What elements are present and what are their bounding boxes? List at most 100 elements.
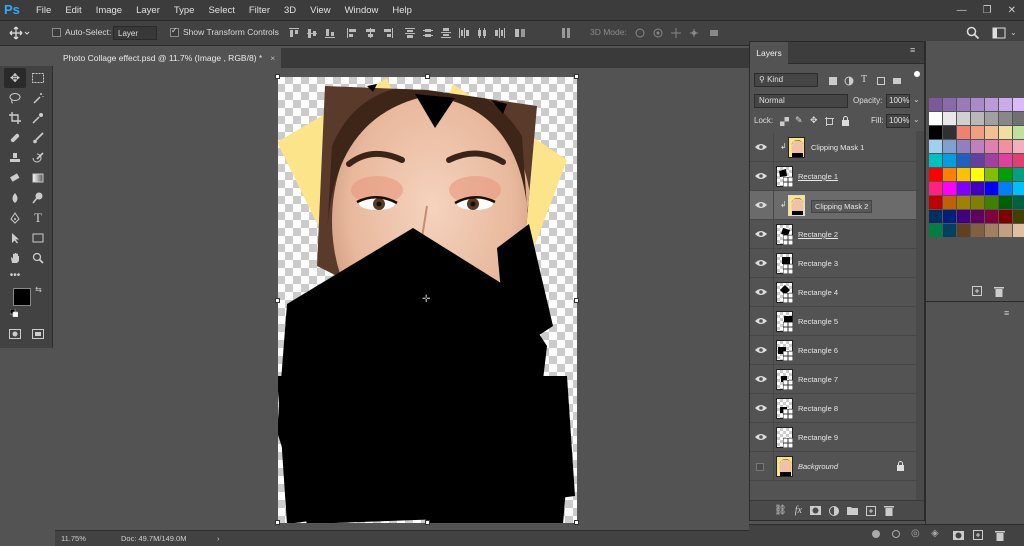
- panel-menu-icon[interactable]: ≡: [1004, 308, 1009, 318]
- lock-transparent-pixels-icon[interactable]: [780, 117, 789, 126]
- color-swatch[interactable]: [971, 140, 984, 153]
- distribute-vertical-centers-icon[interactable]: [422, 27, 434, 39]
- color-swatch[interactable]: [999, 224, 1012, 237]
- color-swatch[interactable]: [1013, 168, 1024, 181]
- align-vertical-centers-icon[interactable]: [306, 27, 318, 39]
- color-swatch[interactable]: [943, 140, 956, 153]
- color-swatch[interactable]: [1013, 182, 1024, 195]
- default-colors-icon[interactable]: [9, 308, 19, 318]
- clone-stamp-tool-icon[interactable]: [4, 148, 26, 168]
- layer-row-clipping-mask-1[interactable]: ↲ Clipping Mask 1: [750, 133, 916, 162]
- color-swatch[interactable]: [985, 154, 998, 167]
- color-swatch[interactable]: [943, 154, 956, 167]
- close-document-icon[interactable]: ×: [270, 53, 275, 63]
- blur-tool-icon[interactable]: [4, 188, 26, 208]
- color-swatch[interactable]: [985, 210, 998, 223]
- visibility-eye-icon[interactable]: [755, 259, 767, 267]
- new-swatch-icon[interactable]: [972, 286, 982, 296]
- menu-help[interactable]: Help: [392, 0, 412, 21]
- color-swatch[interactable]: [999, 196, 1012, 209]
- layer-row-rectangle-6[interactable]: Rectangle 6: [750, 336, 916, 365]
- restore-button[interactable]: ❐: [983, 5, 992, 16]
- distribute-spacing-icon[interactable]: [560, 27, 572, 39]
- distribute-right-icon[interactable]: [494, 27, 506, 39]
- auto-select-checkbox[interactable]: [52, 27, 61, 37]
- visibility-eye-icon[interactable]: [755, 375, 767, 383]
- visibility-eye-icon[interactable]: [755, 317, 767, 325]
- menu-filter[interactable]: Filter: [249, 0, 270, 21]
- color-swatch[interactable]: [971, 112, 984, 125]
- align-bottom-edges-icon[interactable]: [324, 27, 336, 39]
- visibility-eye-icon[interactable]: [755, 201, 767, 209]
- transform-handle-right[interactable]: [574, 298, 579, 303]
- color-swatch[interactable]: [929, 182, 942, 195]
- color-swatch[interactable]: [929, 126, 942, 139]
- menu-type[interactable]: Type: [174, 0, 195, 21]
- color-swatch[interactable]: [999, 140, 1012, 153]
- color-swatch[interactable]: [985, 182, 998, 195]
- move-tool-icon[interactable]: ✥: [4, 68, 26, 88]
- 3d-slide-icon[interactable]: [688, 27, 700, 39]
- adjustment-visibility-icon[interactable]: ◈: [931, 528, 939, 539]
- adjustment-circle-icon[interactable]: [892, 530, 900, 538]
- show-transform-checkbox[interactable]: [170, 26, 179, 37]
- align-right-edges-icon[interactable]: [382, 27, 394, 39]
- quick-mask-icon[interactable]: [4, 324, 26, 344]
- eyedropper-tool-icon[interactable]: [27, 108, 49, 128]
- color-swatch[interactable]: [971, 182, 984, 195]
- mask-icon[interactable]: [953, 531, 964, 540]
- color-swatch[interactable]: [943, 98, 956, 111]
- zoom-tool-icon[interactable]: [27, 248, 49, 268]
- gradient-tool-icon[interactable]: [27, 168, 49, 188]
- delete-layer-trash-icon[interactable]: [883, 505, 894, 516]
- transform-bounding-box[interactable]: ✛: [275, 74, 579, 525]
- edit-toolbar-icon[interactable]: •••: [4, 266, 26, 286]
- eraser-tool-icon[interactable]: [4, 168, 26, 188]
- visibility-eye-icon[interactable]: [755, 288, 767, 296]
- color-swatch[interactable]: [957, 140, 970, 153]
- color-swatch[interactable]: [929, 140, 942, 153]
- menu-3d[interactable]: 3D: [284, 0, 296, 21]
- magic-wand-tool-icon[interactable]: [27, 88, 49, 108]
- distribute-horizontal-centers-icon[interactable]: [476, 27, 488, 39]
- visibility-eye-icon[interactable]: [755, 143, 767, 151]
- color-swatch[interactable]: [971, 126, 984, 139]
- layer-row-background[interactable]: Background: [750, 452, 916, 481]
- opacity-chevron-icon[interactable]: ⌄: [913, 95, 920, 104]
- lock-artboard-icon[interactable]: [825, 117, 834, 126]
- layer-row-rectangle-9[interactable]: Rectangle 9: [750, 423, 916, 452]
- new-item-icon[interactable]: [973, 530, 983, 540]
- search-icon[interactable]: [966, 26, 980, 40]
- new-layer-icon[interactable]: [865, 505, 876, 516]
- color-swatch[interactable]: [999, 112, 1012, 125]
- color-swatch[interactable]: [957, 154, 970, 167]
- lock-image-pixels-icon[interactable]: ✎: [795, 115, 803, 126]
- path-selection-tool-icon[interactable]: [4, 228, 26, 248]
- add-mask-icon[interactable]: [809, 506, 821, 515]
- blend-mode-dropdown[interactable]: Normal: [754, 94, 848, 108]
- dodge-tool-icon[interactable]: [27, 188, 49, 208]
- transform-handle-bottom-right[interactable]: [574, 520, 579, 525]
- color-swatch[interactable]: [971, 168, 984, 181]
- new-adjustment-layer-icon[interactable]: [828, 505, 839, 516]
- align-top-edges-icon[interactable]: [288, 27, 300, 39]
- color-swatch[interactable]: [999, 168, 1012, 181]
- hand-tool-icon[interactable]: [4, 248, 26, 268]
- color-swatch[interactable]: [985, 126, 998, 139]
- layer-row-rectangle-1[interactable]: Rectangle 1: [750, 162, 916, 191]
- distribute-bottom-icon[interactable]: [440, 27, 452, 39]
- visibility-eye-icon[interactable]: [755, 230, 767, 238]
- filter-smart-object-icon[interactable]: [892, 76, 902, 86]
- lock-all-icon[interactable]: [841, 116, 850, 126]
- transform-handle-top-right[interactable]: [574, 74, 579, 79]
- auto-align-layers-icon[interactable]: [514, 27, 526, 39]
- visibility-eye-icon[interactable]: [755, 172, 767, 180]
- color-swatch[interactable]: [929, 168, 942, 181]
- screen-mode-icon[interactable]: [27, 324, 49, 344]
- transform-handle-top-left[interactable]: [275, 74, 280, 79]
- align-left-edges-icon[interactable]: [346, 27, 358, 39]
- status-menu-arrow[interactable]: ›: [217, 534, 220, 543]
- color-swatch[interactable]: [1013, 154, 1024, 167]
- filter-kind-dropdown[interactable]: ⚲ Kind: [754, 73, 818, 87]
- workspace-chevron-down-icon[interactable]: ⌄: [1010, 28, 1017, 37]
